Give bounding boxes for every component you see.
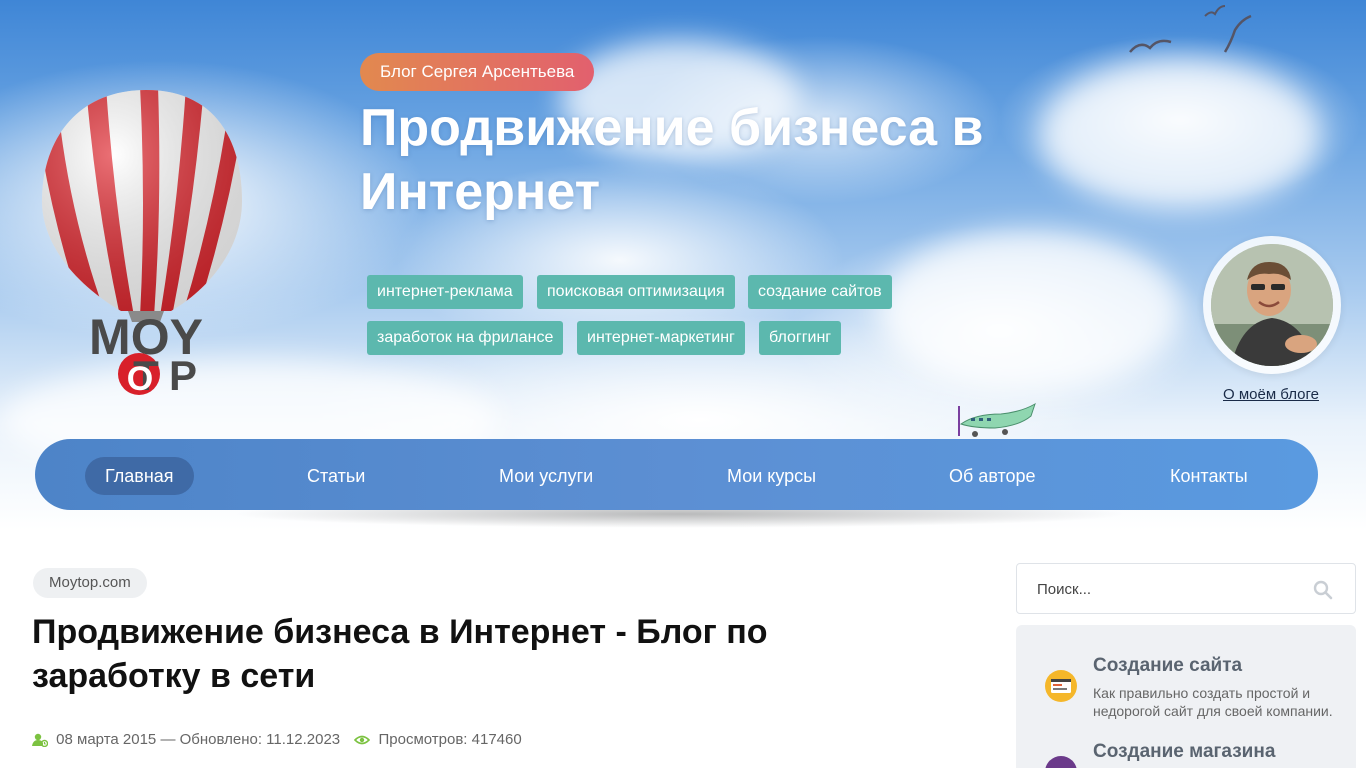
tag-internet-marketing[interactable]: интернет-маркетинг — [577, 321, 745, 355]
services-widget: Создание сайта Как правильно создать про… — [1016, 625, 1356, 768]
author-avatar-frame[interactable] — [1203, 236, 1341, 374]
browser-icon — [1045, 670, 1077, 702]
nav-about-author[interactable]: Об авторе — [949, 457, 1036, 495]
service-desc: Как правильно создать простой и недорого… — [1093, 685, 1333, 719]
author-avatar[interactable] — [1211, 244, 1333, 366]
blog-author-pill[interactable]: Блог Сергея Арсентьева — [360, 53, 595, 91]
page-title: Продвижение бизнеса в Интернет - Блог по… — [32, 613, 768, 695]
search-icon[interactable] — [1313, 580, 1333, 600]
tag-blogging[interactable]: блоггинг — [759, 321, 842, 355]
cloud — [880, 230, 1180, 390]
service-title[interactable]: Создание магазина — [1093, 741, 1275, 763]
cloud — [1040, 60, 1320, 210]
tag-site-creation[interactable]: создание сайтов — [748, 275, 892, 309]
airplane-icon — [958, 402, 1036, 437]
tag-internet-ads[interactable]: интернет-реклама — [367, 275, 523, 309]
seagulls-icon — [1129, 5, 1252, 53]
svg-text:O: O — [127, 360, 153, 398]
balloon-logo-icon: MOY T O P — [42, 90, 242, 399]
nav-home[interactable]: Главная — [85, 457, 194, 495]
main-nav: Главная Статьи Мои услуги Мои курсы Об а… — [35, 439, 1318, 510]
eye-icon — [354, 735, 371, 745]
author-photo-icon — [1211, 244, 1333, 366]
service-title[interactable]: Создание сайта — [1093, 655, 1242, 677]
post-views: Просмотров: 417460 — [378, 731, 522, 749]
search-input[interactable] — [1037, 578, 1307, 600]
shop-icon — [1045, 756, 1077, 768]
tag-freelance[interactable]: заработок на фрилансе — [367, 321, 564, 355]
page: MOY T O P Блог Сергея Арсентьева Продвиж… — [0, 0, 1366, 768]
site-logo[interactable]: MOY T O P — [36, 86, 256, 401]
about-blog-link[interactable]: О моём блоге — [1223, 386, 1319, 403]
post-meta: 08 марта 2015 — Обновлено: 11.12.2023 Пр… — [32, 729, 522, 751]
search-box — [1016, 563, 1356, 614]
user-date-icon — [32, 733, 49, 748]
breadcrumb[interactable]: Moytop.com — [33, 568, 147, 598]
site-title[interactable]: Продвижение бизнеса в Интернет — [360, 96, 1080, 224]
post-date: 08 марта 2015 — Обновлено: 11.12.2023 — [56, 731, 341, 749]
svg-text:P: P — [169, 352, 197, 399]
nav-contacts[interactable]: Контакты — [1170, 457, 1248, 495]
nav-services[interactable]: Мои услуги — [499, 457, 593, 495]
nav-courses[interactable]: Мои курсы — [727, 457, 816, 495]
tag-seo[interactable]: поисковая оптимизация — [537, 275, 735, 309]
nav-articles[interactable]: Статьи — [307, 457, 365, 495]
